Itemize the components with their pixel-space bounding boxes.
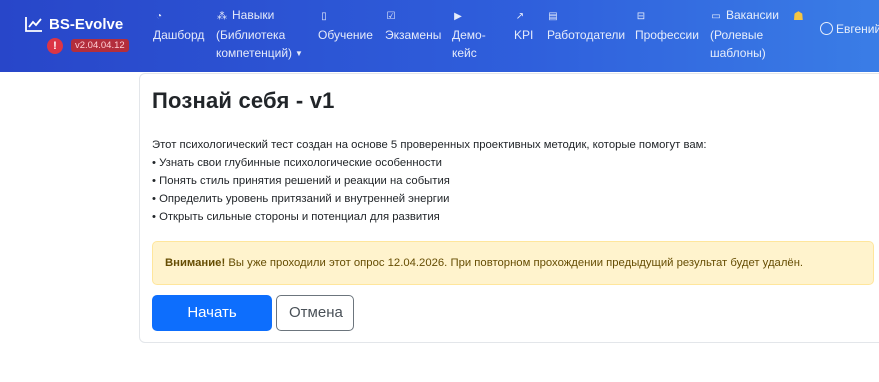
description-item: • Узнать свои глубинные психологические … xyxy=(152,157,442,169)
diagram-icon: ⁂ xyxy=(217,11,227,22)
nav-dashboard-label: Дашборд xyxy=(153,28,205,42)
nav-kpi[interactable]: ↗ KPI xyxy=(514,6,533,44)
brand-name: BS-Evolve xyxy=(49,15,124,33)
chevron-down-icon: ▼ xyxy=(295,49,303,58)
clipboard-check-icon: ☑ xyxy=(386,11,396,22)
nav-professions-label: Профессии xyxy=(635,28,699,42)
warning-alert: Внимание! Вы уже проходили этот опрос 12… xyxy=(152,241,874,285)
nav-demo-label-1: Демо- xyxy=(452,28,486,42)
nav-skills-label-2: (Библиотека xyxy=(216,28,286,42)
nav-skills-label-1: Навыки xyxy=(232,8,275,22)
award-icon[interactable]: ☗ xyxy=(793,7,804,25)
briefcase-icon: ⊟ xyxy=(636,11,646,22)
alert-icon[interactable]: ! xyxy=(47,38,63,54)
description-intro: Этот психологический тест создан на осно… xyxy=(152,139,707,151)
nav-employers[interactable]: ▤ Работодатели xyxy=(547,6,625,44)
top-navbar: BS-Evolve ! v2.04.04.12 ◔ Дашборд ⁂ Навык… xyxy=(0,0,879,72)
book-icon: ▯ xyxy=(321,11,327,22)
speedometer-icon: ◔ xyxy=(155,11,163,22)
warning-strong: Внимание! xyxy=(165,257,226,269)
nav-kpi-label: KPI xyxy=(514,28,534,42)
warning-text: Вы уже проходили этот опрос 12.04.2026. … xyxy=(225,257,804,269)
nav-vacancies-label-1: Вакансии xyxy=(726,8,779,22)
survey-description: Этот психологический тест создан на осно… xyxy=(152,136,852,226)
nav-user-name: Евгений xyxy=(836,22,879,36)
survey-card: Познай себя - v1 Этот психологический те… xyxy=(139,73,879,355)
description-item: • Открыть сильные стороны и потенциал дл… xyxy=(152,211,440,223)
chart-line-icon xyxy=(25,17,42,32)
cancel-button[interactable]: Отмена xyxy=(276,295,354,331)
nav-dashboard[interactable]: ◔ Дашборд xyxy=(153,6,204,44)
nav-exams-label: Экзамены xyxy=(385,28,442,42)
nav-demo-case[interactable]: ▶ Демо- кейс xyxy=(452,6,486,62)
person-circle-icon xyxy=(820,22,833,35)
nav-skills[interactable]: ⁂ Навыки (Библиотека компетенций) ▼ xyxy=(216,6,303,63)
version-badge: v2.04.04.12 xyxy=(71,39,129,52)
graph-up-icon: ↗ xyxy=(515,11,525,22)
nav-professions[interactable]: ⊟ Профессии xyxy=(635,6,699,44)
start-survey-button[interactable]: Начать опрос xyxy=(152,295,272,355)
nav-vacancies-label-2: (Ролевые xyxy=(710,28,764,42)
description-item: • Понять стиль принятия решений и реакци… xyxy=(152,175,450,187)
nav-exams[interactable]: ☑ Экзамены xyxy=(385,6,441,44)
nav-user[interactable]: Евгений xyxy=(820,20,879,38)
page-title: Познай себя - v1 xyxy=(152,88,335,113)
building-icon: ▤ xyxy=(548,11,558,22)
nav-employers-label: Работодатели xyxy=(547,28,626,42)
brand-link[interactable]: BS-Evolve xyxy=(25,14,123,34)
nav-demo-label-2: кейс xyxy=(452,46,477,60)
description-item: • Определить уровень притязаний и внутре… xyxy=(152,193,450,205)
nav-skills-label-3: компетенций) xyxy=(216,46,293,60)
nav-vacancies-label-3: шаблоны) xyxy=(710,46,766,60)
nav-learning-label: Обучение xyxy=(318,28,373,42)
play-circle-icon: ▶ xyxy=(454,11,462,22)
file-text-icon: ▭ xyxy=(711,11,721,22)
nav-vacancies[interactable]: ▭ Вакансии (Ролевые шаблоны) xyxy=(710,6,779,62)
nav-learning[interactable]: ▯ Обучение xyxy=(318,6,373,44)
